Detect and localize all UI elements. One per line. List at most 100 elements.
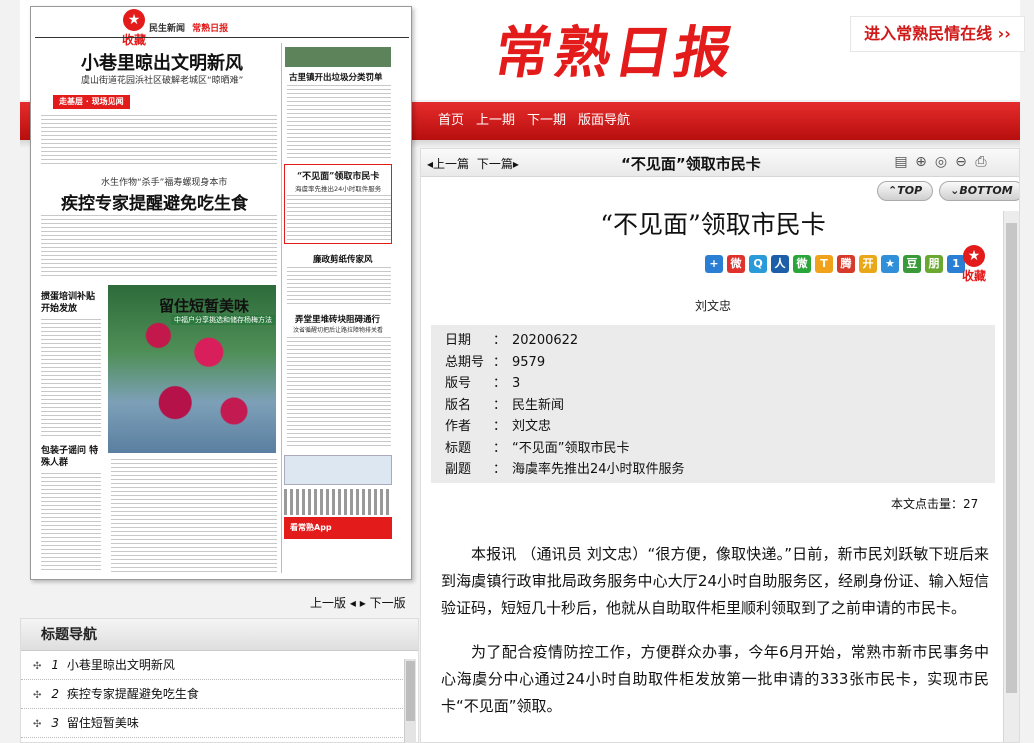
prev-page-link[interactable]: 上一版 [310,596,346,610]
article-panel: ◂上一篇 下一篇▸ “不见面”领取市民卡 ▤ ⊕ ◎ ⊖ ⎙ ⌃TOP ⌄BOT… [420,148,1020,743]
scrollbar-thumb[interactable] [406,661,415,721]
title-nav-item[interactable]: ✣ 2 疾控专家提醒避免吃生食 [21,680,403,709]
title-nav-item[interactable]: ✣ 1 小巷里晾出文明新风 [21,651,403,680]
np-text-block [287,337,391,449]
promo-link[interactable]: 进入常熟民情在线 ›› [850,16,1025,52]
np-side-photo [285,47,391,67]
scroll-buttons: ⌃TOP ⌄BOTTOM [877,181,1019,201]
share-buttons: + 微 Q 人微 T 腾开 ★ 豆朋 1 [705,255,965,273]
np-text-block [287,85,391,159]
np-side-head-4: 弄堂里堆砖块阻碍通行 [295,315,381,325]
pengyou-icon[interactable]: 朋 [925,255,943,273]
article-meta: 日期： 20200622 总期号： 9579 版号： 3 版名：民生新闻 作者：刘文忠… [431,325,995,483]
top-button[interactable]: ⌃TOP [877,181,934,201]
next-article-link[interactable]: 下一篇 [477,157,513,171]
np-side-sub-2: 海虞率先推出24小时取件服务 [295,185,382,193]
np-text-block [287,267,391,307]
np-text-block [41,215,277,277]
np-qr-codes [284,489,392,515]
scrollbar-thumb[interactable] [1006,223,1017,693]
bullet-icon: ✣ [33,719,42,730]
right-arrow-icon[interactable]: ▸ [360,596,366,610]
article-author: 刘文忠 [694,299,731,313]
bullet-icon: ✣ [33,661,42,672]
meta-page-no: 版号： 3 [445,376,521,391]
meta-author: 作者：刘文忠 [445,419,552,434]
nav-home[interactable]: 首页 [438,102,464,140]
title-nav-scrollbar[interactable] [404,659,416,743]
title-navigation: 标题导航 ✣ 1 小巷里晾出文明新风 ✣ 2 疾控专家提醒避免吃生食 ✣ 3 留住短暂… [20,618,419,743]
np-side-head-3: 廉政剪纸传家风 [313,255,373,265]
up-arrow-icon: ⌃ [888,184,898,197]
print-icon[interactable]: ⎙ [973,153,989,171]
down-arrow-icon: ⌄ [950,184,960,197]
np-subhead-1: 虞山街道花园浜社区破解老城区“晾晒难” [81,76,244,86]
np-kicker-2: 水生作物“杀手”福寿螺现身本市 [101,178,228,188]
next-page-link[interactable]: 下一版 [370,596,406,610]
douban-icon[interactable]: 豆 [903,255,921,273]
right-arrow-icon[interactable]: ▸ [513,157,519,171]
article-title: “不见面”领取市民卡 [600,210,826,239]
notes-icon[interactable]: ▤ [893,153,909,171]
article-tools: ▤ ⊕ ◎ ⊖ ⎙ [893,153,989,171]
star-icon: ★ [963,245,985,267]
left-arrow-icon[interactable]: ◂ [350,596,356,610]
np-headline-1: 小巷里晾出文明新风 [81,53,243,74]
np-headline-3: 留住短暂美味 [159,297,250,315]
nav-next-issue[interactable]: 下一期 [527,102,566,140]
star-share-icon[interactable]: ★ [881,255,899,273]
article-pager: ◂上一篇 下一篇▸ [427,155,519,172]
np-rule [35,37,409,38]
nav-prev-issue[interactable]: 上一期 [476,102,515,140]
zoom-in-icon[interactable]: ⊕ [913,153,929,171]
weibo-icon[interactable]: 微 [727,255,745,273]
np-column-rule [281,43,282,573]
title-nav-item[interactable]: ✣ 3 留住短暂美味 [21,709,403,738]
article-paragraph: 本报讯 （通讯员 刘文忠）“很方便，像取快递。”日前，新市民刘跃敏下班后来到海虞… [441,545,989,617]
kaixin-icon[interactable]: 开 [859,255,877,273]
np-side-head-2: “不见面”领取市民卡 [297,172,380,182]
np-app-banner: 看常熟App [284,517,392,539]
np-column-tag: 走基层 · 现场见闻 [53,95,130,109]
np-text-block [41,115,277,167]
prev-article-link[interactable]: 上一篇 [433,157,469,171]
article-body: 本报讯 （通讯员 刘文忠）“很方便，像取快递。”日前，新市民刘跃敏下班后来到海虞… [441,541,989,737]
np-text-block [41,319,101,437]
np-subhead-3: 中福户分享挑选和储存杨梅方法 [171,315,275,325]
meta-date: 日期： 20200622 [445,333,579,348]
bullet-icon: ✣ [33,690,42,701]
np-text-block [41,473,101,573]
qzone-icon[interactable]: Q [749,255,767,273]
article-bar-title: “不见面”领取市民卡 [621,155,761,173]
renren-icon[interactable]: 人 [771,255,789,273]
np-text-block [111,459,277,573]
meta-title: 标题： “不见面”领取市民卡 [445,440,630,456]
np-text-block [287,195,391,241]
click-count: 本文点击量：27 [891,497,979,511]
np-side-head-1: 古里镇开出垃圾分类罚单 [289,73,383,83]
newspaper-page-image[interactable]: ★ 收藏 民生新闻 常熟日报 小巷里晾出文明新风 虞山街道花园浜社区破解老城区“… [30,6,412,580]
nav-page-navigation[interactable]: 版面导航 [578,102,630,140]
meta-page-name: 版名：民生新闻 [445,397,565,413]
tqq-icon[interactable]: T [815,255,833,273]
zoom-out-icon[interactable]: ⊖ [953,153,969,171]
article-scrollbar[interactable] [1003,211,1019,742]
bottom-button[interactable]: ⌄BOTTOM [939,181,1019,201]
page-pager: 上一版 ◂ ▸ 下一版 [310,594,406,611]
meta-issue: 总期号： 9579 [445,354,546,370]
title-navigation-heading: 标题导航 [21,619,418,651]
article-toolbar: ◂上一篇 下一篇▸ “不见面”领取市民卡 ▤ ⊕ ◎ ⊖ ⎙ [421,149,1019,177]
meta-subtitle: 副题：海虞率先推出24小时取件服务 [445,462,685,477]
np-masthead: 民生新闻 常熟日报 [149,24,229,34]
np-advertisement [284,455,392,485]
tweibo-icon[interactable]: 腾 [837,255,855,273]
wechat-icon[interactable]: 微 [793,255,811,273]
zoom-reset-icon[interactable]: ◎ [933,153,949,171]
star-icon: ★ [123,9,145,31]
plus-share-icon[interactable]: + [705,255,723,273]
np-left-head-1: 掼蛋培训补贴 开始发放 [41,292,96,314]
site-logo[interactable]: 常熟日报 [489,8,743,89]
np-headline-2: 疾控专家提醒避免吃生食 [61,194,248,214]
collect-button[interactable]: ★ 收藏 [959,245,989,284]
np-side-sub-4: 汶省循醒切把后让路拉障物排关看 [293,327,384,334]
